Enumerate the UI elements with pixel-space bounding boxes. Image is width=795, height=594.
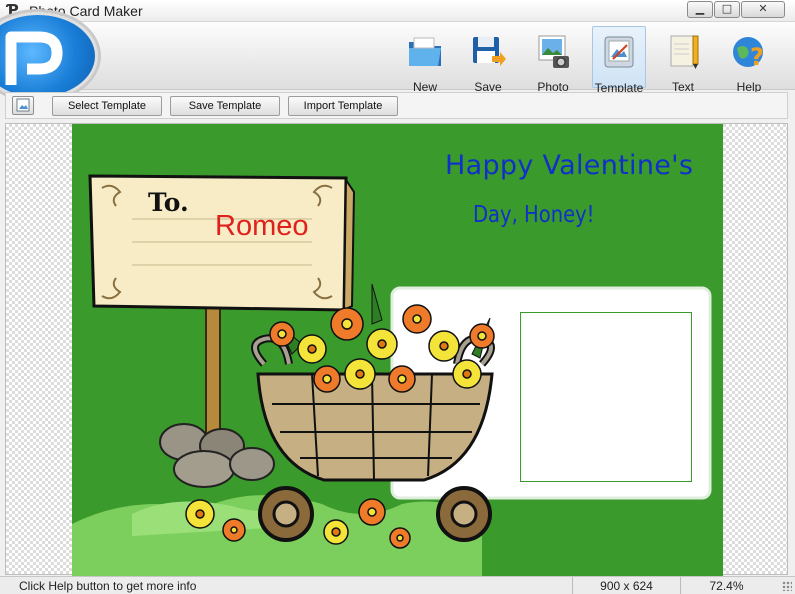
template-icon [604,36,634,68]
status-canvas-size: 900 x 624 [572,577,680,594]
toolbar-save-button[interactable]: Save [461,26,515,94]
floppy-disk-icon [473,37,506,66]
status-bar: Click Help button to get more info 900 x… [0,576,795,594]
canvas-area[interactable]: Happy Valentine's Day, Honey! To. Romeo [5,123,788,576]
import-template-button[interactable]: Import Template [288,96,398,116]
resize-grip-icon[interactable] [782,581,792,591]
toolbar-template-button[interactable]: Template [592,26,646,95]
folder-icon [409,37,441,66]
app-logo [0,12,98,100]
status-zoom-level: 72.4% [680,577,772,594]
to-label[interactable]: To. [148,188,189,217]
toolbar-text-button[interactable]: Text [656,26,710,94]
template-settings-icon[interactable] [12,96,34,115]
card-preview[interactable]: Happy Valentine's Day, Honey! To. Romeo [72,124,723,576]
minimize-button[interactable]: ▁ [687,1,713,18]
maximize-button[interactable]: □ [714,1,740,18]
greeting-line-2[interactable]: Day, Honey! [473,202,595,228]
status-message: Click Help button to get more info [19,579,197,593]
photo-placeholder[interactable] [520,312,692,482]
title-bar: Ƥ Photo Card Maker ▁ □ ✕ [0,0,795,22]
close-button[interactable]: ✕ [741,1,785,18]
window-controls: ▁ □ ✕ [686,1,785,18]
text-pencil-icon [670,35,699,69]
greeting-line-1[interactable]: Happy Valentine's [445,150,693,181]
camera-photo-icon [538,35,569,68]
toolbar-help-button[interactable]: ? Help [722,26,776,94]
toolbar-new-button[interactable]: New [398,26,452,94]
logo-p-icon [5,31,63,85]
svg-text:?: ? [750,43,764,71]
save-template-button[interactable]: Save Template [170,96,280,116]
recipient-name[interactable]: Romeo [215,210,309,243]
toolbar-photo-button[interactable]: Photo [526,26,580,94]
template-toolbar: Select Template Save Template Import Tem… [5,92,788,119]
main-toolbar: New Save Photo Template Text ? Help [0,12,795,100]
select-template-button[interactable]: Select Template [52,96,162,116]
help-globe-icon: ? [733,37,764,71]
